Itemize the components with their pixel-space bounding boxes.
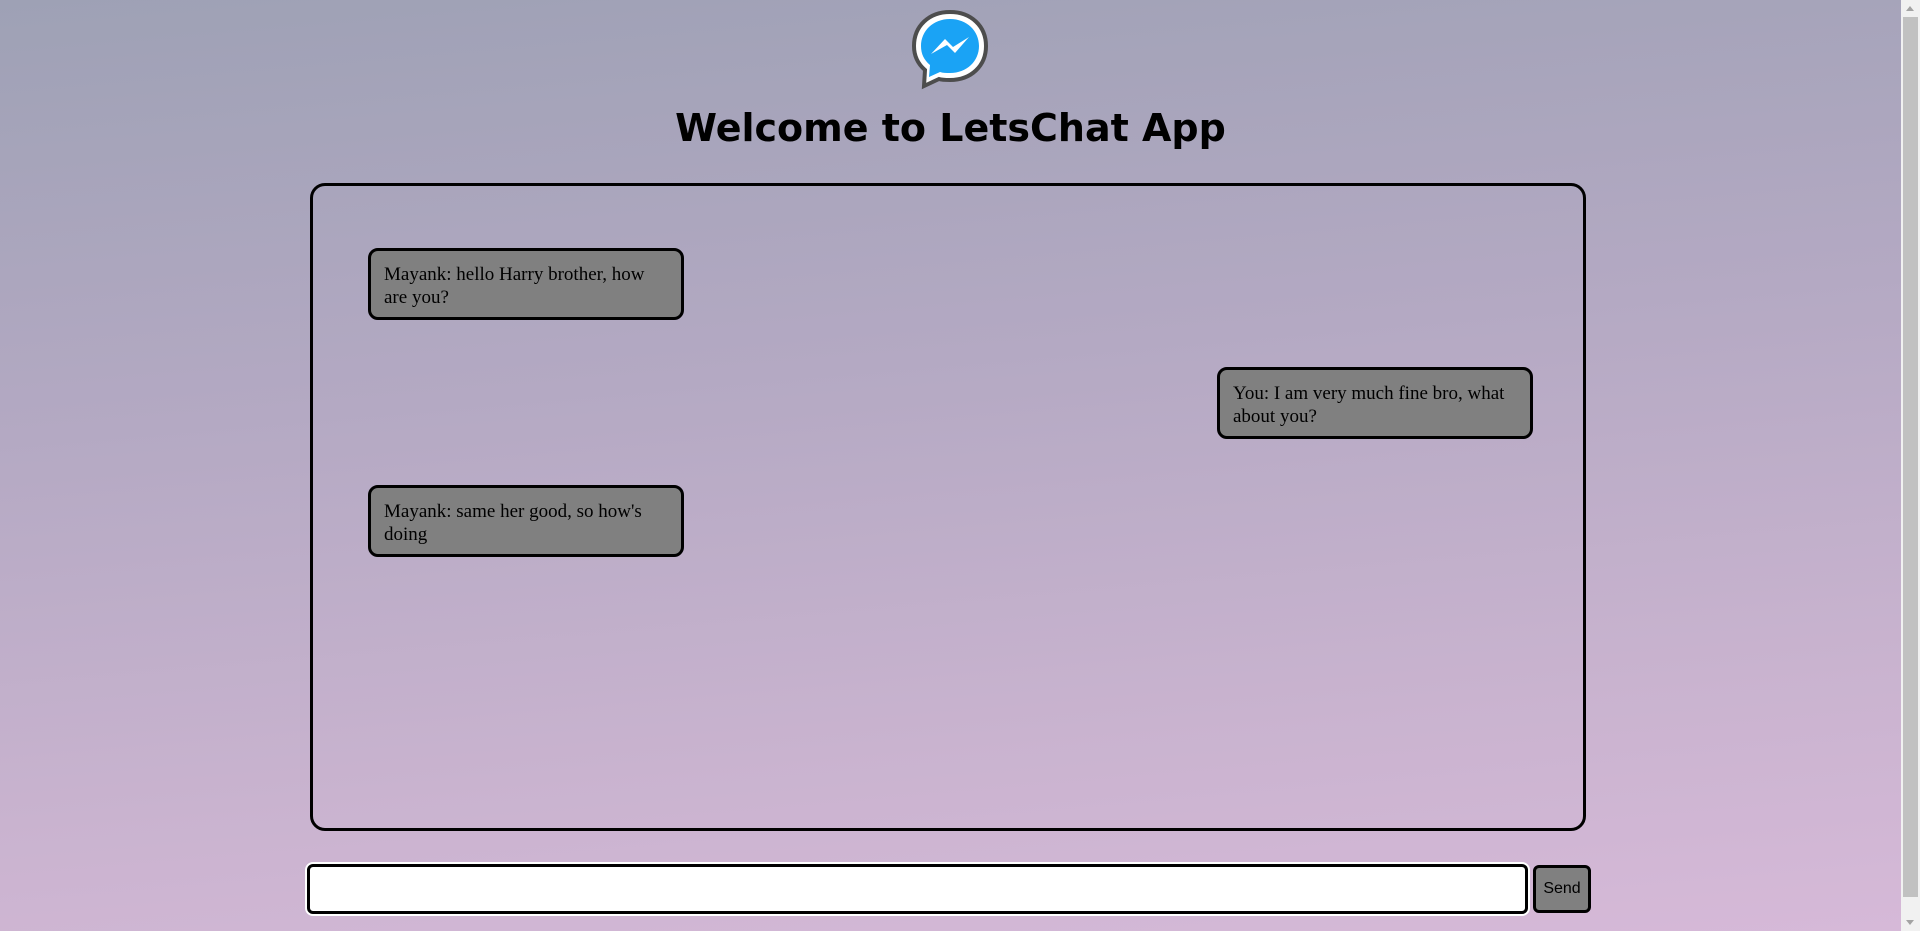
messenger-icon <box>911 9 989 90</box>
scroll-up-arrow-icon[interactable] <box>1901 0 1920 17</box>
send-button[interactable]: Send <box>1533 865 1591 913</box>
scroll-down-arrow-icon[interactable] <box>1901 914 1920 931</box>
page-title: Welcome to LetsChat App <box>675 106 1226 150</box>
scrollbar[interactable] <box>1901 0 1920 931</box>
message-incoming: Mayank: hello Harry brother, how are you… <box>368 248 684 320</box>
message-incoming: Mayank: same her good, so how's doing <box>368 485 684 557</box>
chat-container: Mayank: hello Harry brother, how are you… <box>310 183 1586 831</box>
message-outgoing: You: I am very much fine bro, what about… <box>1217 367 1533 439</box>
message-input[interactable] <box>307 864 1528 914</box>
page: Welcome to LetsChat App Mayank: hello Ha… <box>0 0 1901 931</box>
scrollbar-thumb[interactable] <box>1903 17 1918 897</box>
